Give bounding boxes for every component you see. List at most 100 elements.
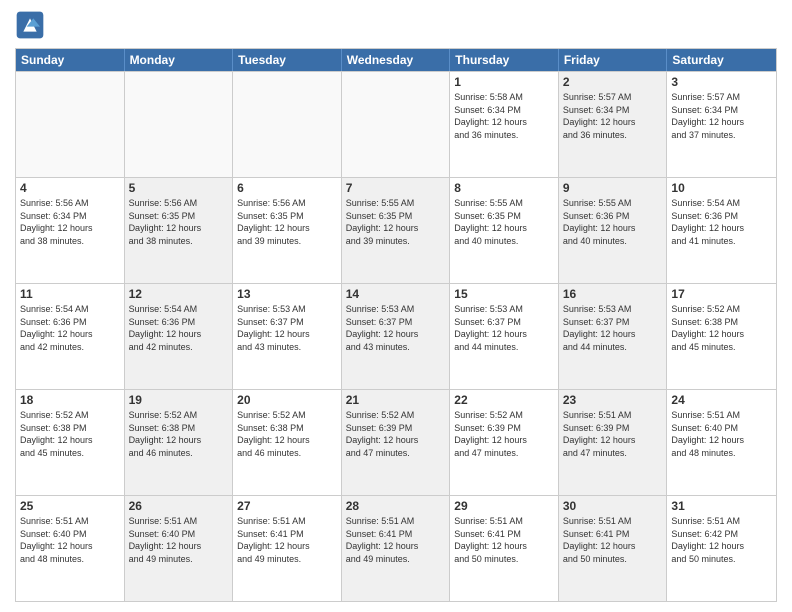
cal-cell: 11 Sunrise: 5:54 AM Sunset: 6:36 PM Dayli…: [16, 284, 125, 389]
day-number: 10: [671, 181, 772, 195]
day-number: 9: [563, 181, 663, 195]
cal-cell: 4 Sunrise: 5:56 AM Sunset: 6:34 PM Daylig…: [16, 178, 125, 283]
cal-cell: [125, 72, 234, 177]
cal-week-2: 4 Sunrise: 5:56 AM Sunset: 6:34 PM Daylig…: [16, 177, 776, 283]
day-number: 3: [671, 75, 772, 89]
cell-text: Sunrise: 5:51 AM Sunset: 6:41 PM Dayligh…: [454, 515, 554, 565]
cell-text: Sunrise: 5:51 AM Sunset: 6:41 PM Dayligh…: [346, 515, 446, 565]
cal-cell: 8Sunrise: 5:55 AM Sunset: 6:35 PM Daylig…: [450, 178, 559, 283]
cal-cell: 18 Sunrise: 5:52 AM Sunset: 6:38 PM Dayli…: [16, 390, 125, 495]
cal-cell: 26 Sunrise: 5:51 AM Sunset: 6:40 PM Dayli…: [125, 496, 234, 601]
logo: [15, 10, 49, 40]
cell-text: Sunrise: 5:54 AM Sunset: 6:36 PM Dayligh…: [671, 197, 772, 247]
day-number: 24: [671, 393, 772, 407]
cal-header-sunday: Sunday: [16, 49, 125, 71]
calendar-header-row: SundayMondayTuesdayWednesdayThursdayFrid…: [16, 49, 776, 71]
cal-header-wednesday: Wednesday: [342, 49, 451, 71]
cell-text: Sunrise: 5:53 AM Sunset: 6:37 PM Dayligh…: [454, 303, 554, 353]
cell-text: Sunrise: 5:51 AM Sunset: 6:42 PM Dayligh…: [671, 515, 772, 565]
cell-text: Sunrise: 5:54 AM Sunset: 6:36 PM Dayligh…: [129, 303, 229, 353]
day-number: 2: [563, 75, 663, 89]
day-number: 30: [563, 499, 663, 513]
cell-text: Sunrise: 5:52 AM Sunset: 6:38 PM Dayligh…: [20, 409, 120, 459]
day-number: 17: [671, 287, 772, 301]
cal-cell: [16, 72, 125, 177]
cell-text: Sunrise: 5:51 AM Sunset: 6:41 PM Dayligh…: [563, 515, 663, 565]
page-header: [15, 10, 777, 40]
day-number: 31: [671, 499, 772, 513]
day-number: 13: [237, 287, 337, 301]
cal-cell: 14 Sunrise: 5:53 AM Sunset: 6:37 PM Dayli…: [342, 284, 451, 389]
day-number: 22: [454, 393, 554, 407]
cal-header-thursday: Thursday: [450, 49, 559, 71]
day-number: 27: [237, 499, 337, 513]
cal-cell: 7 Sunrise: 5:55 AM Sunset: 6:35 PM Daylig…: [342, 178, 451, 283]
cal-cell: 23 Sunrise: 5:51 AM Sunset: 6:39 PM Dayli…: [559, 390, 668, 495]
cell-text: Sunrise: 5:53 AM Sunset: 6:37 PM Dayligh…: [346, 303, 446, 353]
calendar-body: 1 Sunrise: 5:58 AM Sunset: 6:34 PM Daylig…: [16, 71, 776, 601]
cell-text: Sunrise: 5:58 AM Sunset: 6:34 PM Dayligh…: [454, 91, 554, 141]
cal-header-monday: Monday: [125, 49, 234, 71]
day-number: 28: [346, 499, 446, 513]
cal-cell: 29 Sunrise: 5:51 AM Sunset: 6:41 PM Dayli…: [450, 496, 559, 601]
day-number: 4: [20, 181, 120, 195]
cal-week-3: 11 Sunrise: 5:54 AM Sunset: 6:36 PM Dayli…: [16, 283, 776, 389]
cell-text: Sunrise: 5:52 AM Sunset: 6:38 PM Dayligh…: [671, 303, 772, 353]
day-number: 11: [20, 287, 120, 301]
day-number: 29: [454, 499, 554, 513]
day-number: 14: [346, 287, 446, 301]
cal-week-1: 1 Sunrise: 5:58 AM Sunset: 6:34 PM Daylig…: [16, 71, 776, 177]
day-number: 23: [563, 393, 663, 407]
cal-week-4: 18 Sunrise: 5:52 AM Sunset: 6:38 PM Dayli…: [16, 389, 776, 495]
cell-text: Sunrise: 5:56 AM Sunset: 6:34 PM Dayligh…: [20, 197, 120, 247]
day-number: 12: [129, 287, 229, 301]
cell-text: Sunrise: 5:55 AM Sunset: 6:36 PM Dayligh…: [563, 197, 663, 247]
cell-text: Sunrise: 5:52 AM Sunset: 6:39 PM Dayligh…: [346, 409, 446, 459]
cell-text: Sunrise: 5:53 AM Sunset: 6:37 PM Dayligh…: [237, 303, 337, 353]
cell-text: Sunrise: 5:52 AM Sunset: 6:38 PM Dayligh…: [237, 409, 337, 459]
cal-cell: [233, 72, 342, 177]
day-number: 6: [237, 181, 337, 195]
day-number: 7: [346, 181, 446, 195]
cell-text: Sunrise: 5:52 AM Sunset: 6:39 PM Dayligh…: [454, 409, 554, 459]
cell-text: Sunrise: 5:51 AM Sunset: 6:40 PM Dayligh…: [129, 515, 229, 565]
cal-cell: 21 Sunrise: 5:52 AM Sunset: 6:39 PM Dayli…: [342, 390, 451, 495]
cell-text: Sunrise: 5:56 AM Sunset: 6:35 PM Dayligh…: [237, 197, 337, 247]
day-number: 26: [129, 499, 229, 513]
cell-text: Sunrise: 5:54 AM Sunset: 6:36 PM Dayligh…: [20, 303, 120, 353]
cal-cell: 15Sunrise: 5:53 AM Sunset: 6:37 PM Dayli…: [450, 284, 559, 389]
cell-text: Sunrise: 5:55 AM Sunset: 6:35 PM Dayligh…: [454, 197, 554, 247]
day-number: 18: [20, 393, 120, 407]
cal-cell: 25 Sunrise: 5:51 AM Sunset: 6:40 PM Dayli…: [16, 496, 125, 601]
cell-text: Sunrise: 5:55 AM Sunset: 6:35 PM Dayligh…: [346, 197, 446, 247]
cal-cell: 24Sunrise: 5:51 AM Sunset: 6:40 PM Dayli…: [667, 390, 776, 495]
cal-cell: 13 Sunrise: 5:53 AM Sunset: 6:37 PM Dayli…: [233, 284, 342, 389]
day-number: 25: [20, 499, 120, 513]
cal-cell: 10 Sunrise: 5:54 AM Sunset: 6:36 PM Dayli…: [667, 178, 776, 283]
cell-text: Sunrise: 5:51 AM Sunset: 6:40 PM Dayligh…: [20, 515, 120, 565]
cal-cell: 9 Sunrise: 5:55 AM Sunset: 6:36 PM Daylig…: [559, 178, 668, 283]
cal-cell: 20 Sunrise: 5:52 AM Sunset: 6:38 PM Dayli…: [233, 390, 342, 495]
cal-cell: 19Sunrise: 5:52 AM Sunset: 6:38 PM Dayli…: [125, 390, 234, 495]
logo-icon: [15, 10, 45, 40]
cal-cell: 5 Sunrise: 5:56 AM Sunset: 6:35 PM Daylig…: [125, 178, 234, 283]
day-number: 1: [454, 75, 554, 89]
cal-cell: 1 Sunrise: 5:58 AM Sunset: 6:34 PM Daylig…: [450, 72, 559, 177]
day-number: 19: [129, 393, 229, 407]
cal-cell: 6 Sunrise: 5:56 AM Sunset: 6:35 PM Daylig…: [233, 178, 342, 283]
cal-week-5: 25 Sunrise: 5:51 AM Sunset: 6:40 PM Dayli…: [16, 495, 776, 601]
cell-text: Sunrise: 5:51 AM Sunset: 6:39 PM Dayligh…: [563, 409, 663, 459]
day-number: 5: [129, 181, 229, 195]
day-number: 16: [563, 287, 663, 301]
cell-text: Sunrise: 5:56 AM Sunset: 6:35 PM Dayligh…: [129, 197, 229, 247]
cal-cell: [342, 72, 451, 177]
day-number: 20: [237, 393, 337, 407]
cal-cell: 28 Sunrise: 5:51 AM Sunset: 6:41 PM Dayli…: [342, 496, 451, 601]
cal-header-saturday: Saturday: [667, 49, 776, 71]
calendar: SundayMondayTuesdayWednesdayThursdayFrid…: [15, 48, 777, 602]
cell-text: Sunrise: 5:57 AM Sunset: 6:34 PM Dayligh…: [671, 91, 772, 141]
cal-header-tuesday: Tuesday: [233, 49, 342, 71]
cal-cell: 12 Sunrise: 5:54 AM Sunset: 6:36 PM Dayli…: [125, 284, 234, 389]
day-number: 21: [346, 393, 446, 407]
cal-cell: 27Sunrise: 5:51 AM Sunset: 6:41 PM Dayli…: [233, 496, 342, 601]
